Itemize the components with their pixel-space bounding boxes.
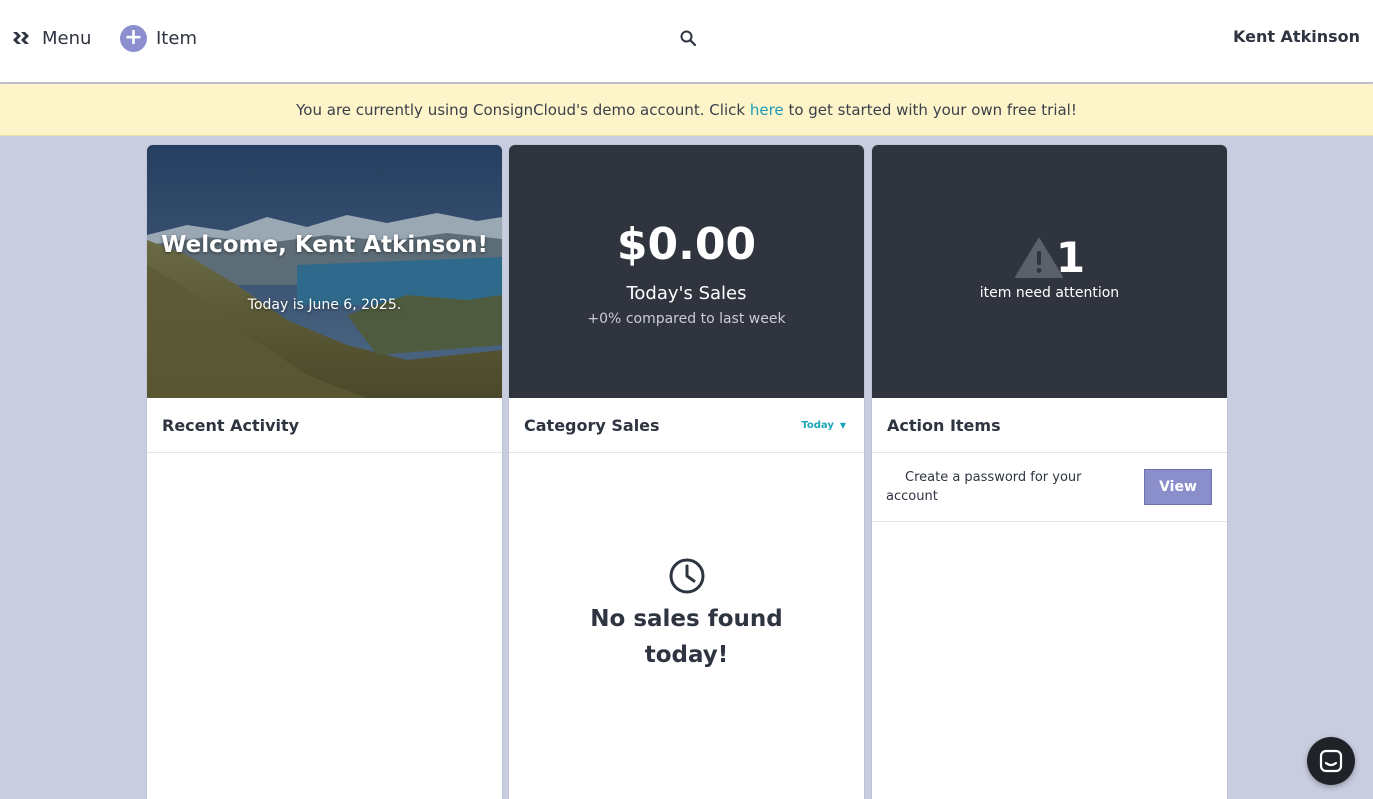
welcome-card: Welcome, Kent Atkinson! Today is June 6,… [147,145,502,799]
banner-text-after: to get started with your own free trial! [788,100,1077,119]
category-sales-header: Category Sales Today ▼ [509,398,864,453]
sales-label: Today's Sales [626,283,747,304]
recent-activity-title: Recent Activity [162,415,300,435]
banner-trial-link[interactable]: here [750,101,784,119]
landscape-image [147,145,502,398]
add-item-label: Item [156,27,197,49]
menu-label: Menu [42,27,92,49]
chat-launcher-button[interactable] [1307,737,1355,785]
sales-hero: $0.00 Today's Sales +0% compared to last… [509,145,864,398]
welcome-title: Welcome, Kent Atkinson! [161,232,488,258]
menu-icon [13,32,29,44]
period-dropdown-value: Today [801,420,834,431]
action-items-title: Action Items [887,415,1001,435]
action-item-text: Create a password for your account [886,470,1082,504]
attention-label: item need attention [979,285,1120,301]
top-bar: Menu + Item Kent Atkinson [0,0,1373,83]
welcome-date: Today is June 6, 2025. [247,297,402,313]
attention-count: 1 [1055,233,1086,282]
sales-amount: $0.00 [616,219,757,270]
sales-compare: +0% compared to last week [587,311,786,327]
action-items-header: Action Items [872,398,1227,453]
period-dropdown[interactable]: Today ▼ [801,420,846,431]
plus-circle-icon: + [120,24,147,52]
add-item-button[interactable]: + Item [120,24,197,52]
banner-text-before: You are currently using ConsignCloud's d… [296,100,746,119]
clock-icon [669,558,704,594]
search-icon[interactable] [679,29,697,47]
attention-row: 1 [872,237,1227,279]
category-sales-title: Category Sales [524,415,660,435]
demo-banner: You are currently using ConsignCloud's d… [0,84,1373,136]
attention-hero: 1 item need attention [872,145,1227,398]
view-button[interactable]: View [1144,469,1212,505]
caret-down-icon: ▼ [839,421,846,430]
no-sales-text: No sales found today! [590,606,783,668]
chat-icon [1319,749,1343,773]
action-item-row: Create a password for your account View [872,453,1227,522]
sales-card: $0.00 Today's Sales +0% compared to last… [509,145,864,799]
menu-button[interactable]: Menu [12,24,91,52]
recent-activity-header: Recent Activity [147,398,502,453]
no-sales-empty-state: No sales found today! [509,557,864,673]
attention-card: 1 item need attention Action Items Creat… [872,145,1227,799]
welcome-hero: Welcome, Kent Atkinson! Today is June 6,… [147,145,502,398]
user-name[interactable]: Kent Atkinson [1233,27,1360,46]
